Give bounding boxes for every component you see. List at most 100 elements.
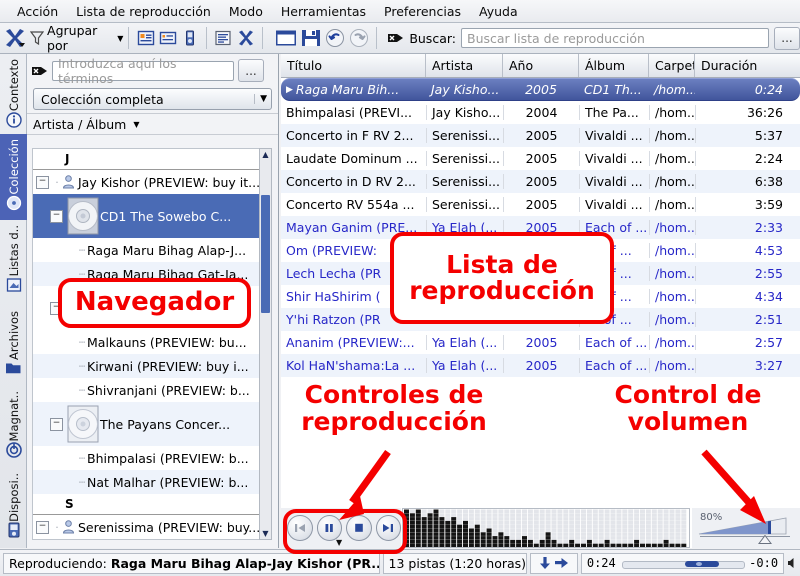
annotation-ring-controles xyxy=(283,509,407,554)
tree-guide: ┄ xyxy=(77,360,87,373)
table-row[interactable]: Kol HaN'shama:La ... Ya Elah (... 2005 E… xyxy=(281,354,800,377)
tree-item-track-label: Bhimpalasi (PREVIEW: b... xyxy=(87,451,249,466)
progress-slider[interactable] xyxy=(622,559,743,568)
view-details-icon[interactable] xyxy=(135,27,155,49)
cell-artista: Ya Elah (... xyxy=(426,358,503,373)
volume-track[interactable] xyxy=(700,536,790,537)
sidebar-item-magnatune[interactable]: Magnat.. xyxy=(0,386,27,468)
group-by-control[interactable]: Agrupar por ▼ xyxy=(30,23,123,53)
chevron-down-icon[interactable]: ▼ xyxy=(254,94,267,104)
clear-search-icon[interactable] xyxy=(388,31,404,45)
toolbar-separator-1 xyxy=(128,27,129,49)
tools-icon[interactable] xyxy=(236,27,256,49)
menu-ayuda[interactable]: Ayuda xyxy=(470,2,527,21)
collection-sort-row[interactable]: Artista / Álbum ▼ xyxy=(27,113,278,135)
scroll-down-icon[interactable]: ▼ xyxy=(260,528,271,539)
menu-preferencias[interactable]: Preferencias xyxy=(375,2,470,21)
table-row[interactable]: Bhimpalasi (PREVI... Jay Kisho... 2004 T… xyxy=(281,101,800,124)
menu-lista-de-reproduccion[interactable]: Lista de reproducción xyxy=(67,2,220,21)
menu-modo[interactable]: Modo xyxy=(220,2,272,21)
cell-carpeta-text: /hom... xyxy=(655,151,695,166)
sidebar-item-listas[interactable]: Listas d.. xyxy=(0,220,27,306)
clear-filter-icon[interactable] xyxy=(32,64,48,78)
annotation-arrow-volumen xyxy=(690,448,780,530)
tree-guide: ┄ xyxy=(77,452,87,465)
table-row[interactable]: Laudate Dominum ... Serenissi... 2005 Vi… xyxy=(281,147,800,170)
tree-item-track[interactable]: ┄ Shivranjani (PREVIEW: b... xyxy=(33,378,264,402)
chevron-down-icon[interactable]: ▼ xyxy=(117,34,123,43)
column-header-titulo[interactable]: Título xyxy=(281,54,426,77)
progress-thumb[interactable] xyxy=(685,561,719,567)
column-header-artista[interactable]: Artista xyxy=(426,54,503,77)
tree-item-track[interactable]: ┄ Bhimpalasi (PREVIEW: b... xyxy=(33,446,264,470)
table-row[interactable]: Ananim (PREVIEW:... Ya Elah (... 2005 Ea… xyxy=(281,331,800,354)
collection-filter-options-button[interactable]: ... xyxy=(238,59,264,82)
sidebar-item-coleccion[interactable]: Colección xyxy=(0,134,27,220)
save-icon[interactable] xyxy=(300,27,322,49)
download-arrow-icon[interactable] xyxy=(539,556,551,570)
chevron-down-icon[interactable]: ▼ xyxy=(133,120,139,129)
progress-cell[interactable]: 0:24 -0:0 xyxy=(581,553,784,574)
queue-indicators xyxy=(530,553,578,574)
tree-item-album[interactable]: − The Payans Concer... xyxy=(33,402,264,446)
tree-item-album[interactable]: − CD1 The Sowebo C... xyxy=(33,194,264,238)
sidebar-item-contexto[interactable]: Contexto xyxy=(0,54,27,134)
expander-icon[interactable]: − xyxy=(36,176,49,189)
tree-item-track[interactable]: ┄ Kirwani (PREVIEW: buy i... xyxy=(33,354,264,378)
view-list-icon[interactable] xyxy=(158,27,178,49)
collection-tree[interactable]: J − · Jay Kishor (PREVIEW: buy it... − C… xyxy=(32,148,265,540)
tree-item-track[interactable]: ┄ Raga Maru Bihag Alap-J... xyxy=(33,238,264,262)
cell-album: Vivaldi ... xyxy=(579,197,649,212)
cell-carpeta: /hom... xyxy=(649,266,695,281)
track-count-label: 13 pistas (1:20 horas) xyxy=(389,556,527,571)
menu-accion[interactable]: Acción xyxy=(8,2,67,21)
annotation-lista-reproduccion: Lista de reproducción xyxy=(390,232,614,324)
playlist-search-input[interactable]: Buscar lista de reproducción xyxy=(461,28,769,48)
scrollbar-thumb[interactable] xyxy=(261,195,270,313)
amarok-wrench-icon[interactable] xyxy=(3,27,27,49)
undo-icon[interactable] xyxy=(324,27,346,49)
table-row[interactable]: ▶Raga Maru Bih... Jay Kisho... 2005 CD1 … xyxy=(281,78,800,101)
cell-album-text: The Pa... xyxy=(585,105,639,120)
table-row[interactable]: Concerto in F RV 2... Serenissi... 2005 … xyxy=(281,124,800,147)
scroll-up-icon[interactable]: ▲ xyxy=(260,149,271,160)
menu-herramientas[interactable]: Herramientas xyxy=(272,2,375,21)
cell-duracion: 2:24 xyxy=(695,151,788,166)
redo-icon[interactable] xyxy=(348,27,370,49)
volume-slider-handle[interactable] xyxy=(758,535,772,544)
tree-item-album[interactable]: − Vivaldi - music for t... xyxy=(33,539,264,540)
tree-item-artist[interactable]: − · Serenissima (PREVIEW: buy... xyxy=(33,515,264,539)
cell-album: The Pa... xyxy=(579,105,649,120)
cell-duracion: 5:37 xyxy=(695,128,788,143)
collection-tree-scrollbar[interactable]: ▲ ▼ xyxy=(259,148,272,540)
toolbar-separator-4 xyxy=(376,27,377,49)
collection-select-value: Colección completa xyxy=(41,92,164,107)
sidebar-item-archivos[interactable]: Archivos xyxy=(0,306,27,386)
column-header-carpeta[interactable]: Carpeta xyxy=(649,54,695,77)
expander-icon[interactable]: − xyxy=(36,521,49,534)
table-row[interactable]: Concerto in D RV 2... Serenissi... 2005 … xyxy=(281,170,800,193)
speaker-icon[interactable] xyxy=(784,557,800,569)
text-lines-icon[interactable] xyxy=(213,27,233,49)
column-header-ano[interactable]: Año xyxy=(503,54,579,77)
column-header-album[interactable]: Álbum xyxy=(579,54,649,77)
tree-item-track[interactable]: ┄ Malkauns (PREVIEW: bu... xyxy=(33,330,264,354)
collection-filter-input[interactable]: Introduzca aquí los términos xyxy=(52,61,234,81)
cell-duracion-text: 3:59 xyxy=(755,197,783,212)
expander-icon[interactable]: − xyxy=(50,210,63,223)
table-row[interactable]: Concerto RV 554a ... Serenissi... 2005 V… xyxy=(281,193,800,216)
sidebar-item-dispositivos[interactable]: Disposi.. xyxy=(0,468,27,544)
view-single-icon[interactable] xyxy=(180,27,200,49)
toolbar-separator-3 xyxy=(262,27,263,49)
search-options-button[interactable]: ... xyxy=(774,27,800,50)
cell-duracion: 2:51 xyxy=(695,312,788,327)
forward-arrow-icon[interactable] xyxy=(555,557,569,569)
collection-select[interactable]: Colección completa ▼ xyxy=(33,88,272,110)
cell-titulo: Concerto in D RV 2... xyxy=(281,174,426,189)
tree-item-artist[interactable]: − · Jay Kishor (PREVIEW: buy it... xyxy=(33,170,264,194)
playlist-search-placeholder: Buscar lista de reproducción xyxy=(467,31,645,46)
window-icon[interactable] xyxy=(274,27,298,49)
expander-icon[interactable]: − xyxy=(50,418,63,431)
tree-item-track[interactable]: ┄ Nat Malhar (PREVIEW: b... xyxy=(33,470,264,494)
column-header-duracion[interactable]: Duración xyxy=(695,54,788,77)
